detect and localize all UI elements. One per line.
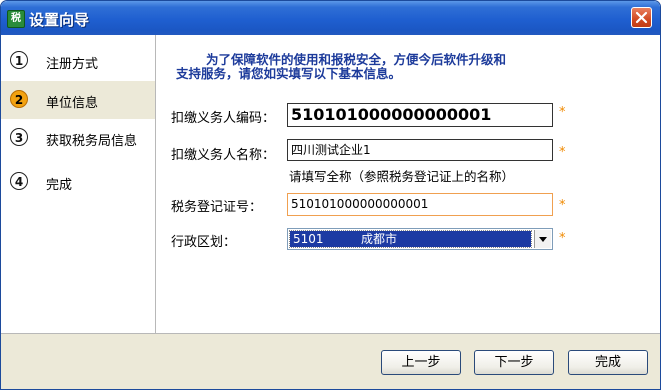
finish-button[interactable]: 完成 [568,350,648,375]
wizard-steps-sidebar: 1 注册方式 2 单位信息 3 获取税务局信息 4 完成 [1,35,156,333]
next-button[interactable]: 下一步 [474,350,554,375]
region-code: 5101 [293,232,324,246]
tax-reg-number-input[interactable]: 510101000000000001 [287,193,553,216]
region-selected-value: 5101 成都市 [289,230,532,248]
chevron-down-icon [539,237,547,242]
step-label: 单位信息 [46,96,99,111]
step-finish: 4 完成 [1,163,155,201]
window-title: 设置向导 [29,11,90,29]
step-label: 获取税务局信息 [46,134,138,149]
region-city: 成都市 [361,232,398,246]
button-bar: 上一步 下一步 完成 [1,333,660,389]
step-get-tax-bureau-info: 3 获取税务局信息 [1,119,155,157]
withholder-name-input[interactable]: 四川测试企业1 [287,139,553,161]
prev-button[interactable]: 上一步 [381,350,461,375]
withholder-code-label: 扣缴义务人编码： [171,111,276,126]
info-notice: 为了保障软件的使用和报税安全，方便今后软件升级和 支持服务，请您如实填写以下基本… [176,53,606,81]
name-hint: 请填写全称（参照税务登记证上的名称） [289,169,515,184]
required-mark: * [559,198,566,213]
withholder-code-input[interactable]: 510101000000000001 [287,103,553,127]
step-label: 注册方式 [46,57,99,72]
app-icon: 税 [7,10,25,28]
close-button[interactable] [631,7,652,28]
step-number-badge: 2 [10,90,28,108]
form-panel: 为了保障软件的使用和报税安全，方便今后软件升级和 支持服务，请您如实填写以下基本… [156,35,660,333]
step-number-badge: 1 [10,51,28,69]
step-label: 完成 [46,178,73,193]
notice-line-2: 支持服务，请您如实填写以下基本信息。 [176,66,402,81]
close-icon [635,11,648,24]
tax-reg-label: 税务登记证号： [171,200,263,215]
step-register-method: 1 注册方式 [1,42,155,80]
step-number-badge: 4 [10,172,28,190]
region-select[interactable]: 5101 成都市 [287,228,553,250]
dropdown-button[interactable] [534,230,551,248]
required-mark: * [559,231,566,246]
region-label: 行政区划： [171,235,237,250]
step-unit-info: 2 单位信息 [1,81,155,119]
withholder-name-label: 扣缴义务人名称： [171,148,276,163]
step-number-badge: 3 [10,128,28,146]
title-bar[interactable]: 税 设置向导 [1,1,660,35]
required-mark: * [559,145,566,160]
required-mark: * [559,105,566,120]
setup-wizard-window: 税 设置向导 1 注册方式 2 单位信息 3 获取税务局信息 4 完成 为了保障… [0,0,661,390]
notice-line-1: 为了保障软件的使用和报税安全，方便今后软件升级和 [206,52,507,67]
